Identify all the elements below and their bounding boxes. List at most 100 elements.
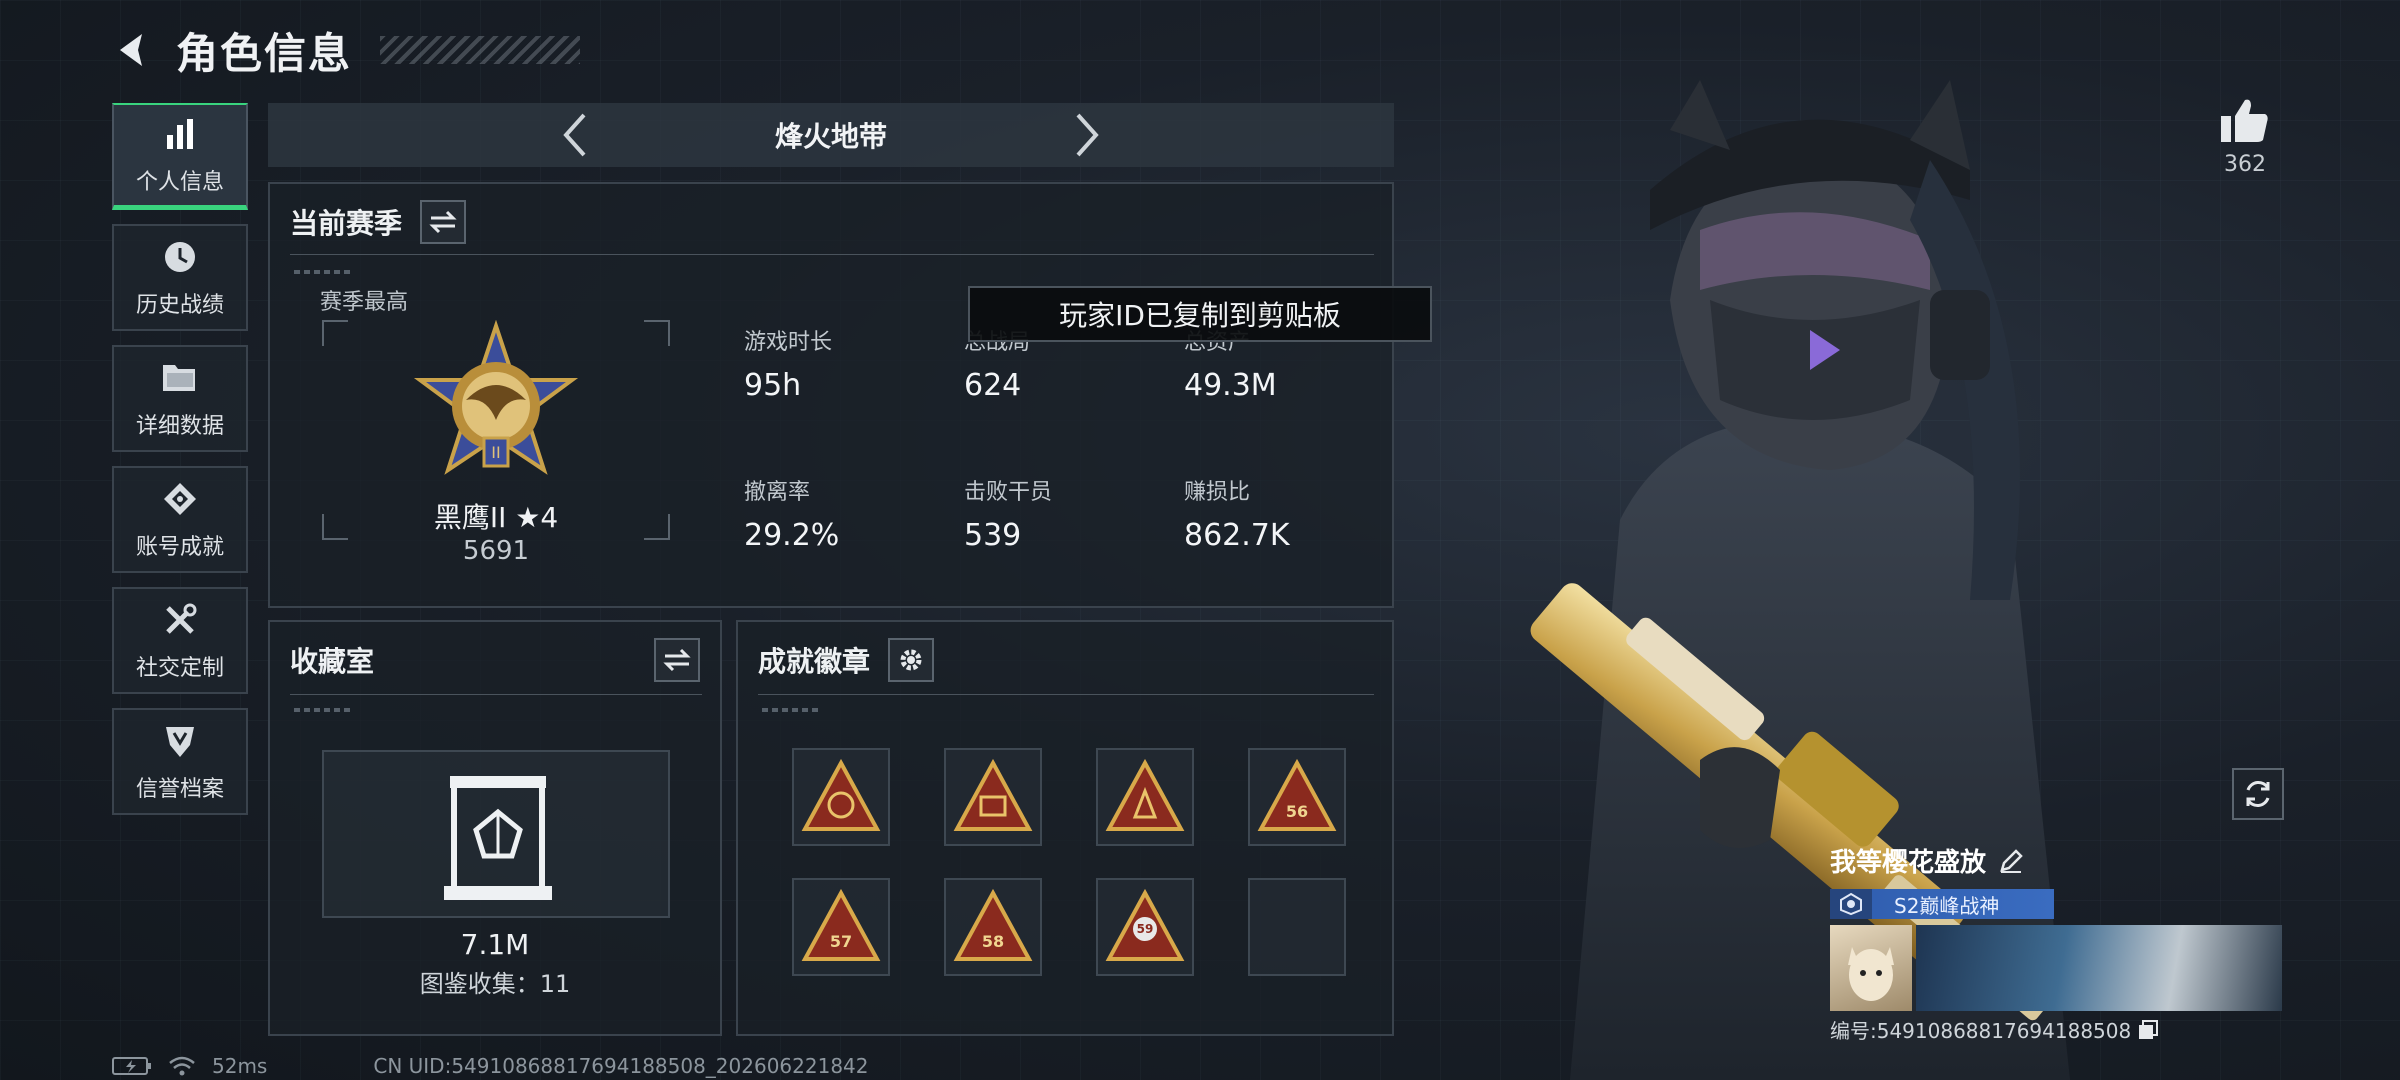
badge-number: 56: [1286, 802, 1308, 821]
season-panel: 当前赛季 赛季最高 II 黑鹰II ★4 5691 游戏时长 95h 总战局 6…: [268, 182, 1394, 608]
divider: [290, 254, 1374, 255]
tools-icon: [160, 600, 200, 640]
copy-toast: 玩家ID已复制到剪贴板: [968, 286, 1432, 342]
stat-label: 击败干员: [964, 480, 1053, 505]
badge-grid: 56 57 58 59: [792, 748, 1346, 976]
player-title-badge: S2巅峰战神: [1830, 889, 2054, 919]
season-switch-button[interactable]: [420, 200, 467, 244]
badge-number: 57: [830, 932, 852, 951]
stat-profit-ratio: 赚损比 862.7K: [1184, 474, 1290, 553]
rank-badge-icon: II: [413, 320, 579, 475]
player-banner[interactable]: [1830, 925, 2282, 1011]
page-header: 角色信息: [110, 20, 581, 80]
badge-slot[interactable]: 58: [944, 878, 1042, 976]
badges-settings-button[interactable]: [888, 638, 935, 682]
title-decoration: [380, 36, 581, 64]
badge-number: 58: [982, 932, 1004, 951]
prev-mode-button[interactable]: [555, 110, 595, 160]
stat-value: 95h: [744, 368, 802, 403]
player-title-text: S2巅峰战神: [1894, 893, 2000, 918]
sidebar-item-label: 信誉档案: [135, 776, 224, 802]
sidebar-item-label: 个人信息: [135, 170, 224, 195]
collection-value: 7.1M: [460, 928, 530, 961]
reputation-icon: [160, 721, 200, 761]
stat-label: 游戏时长: [744, 330, 833, 355]
season-best-label: 赛季最高: [320, 290, 409, 315]
edit-icon[interactable]: [1998, 848, 2024, 874]
badge-number: 59: [1137, 922, 1154, 936]
like-count: 362: [2224, 152, 2266, 177]
svg-text:II: II: [491, 443, 500, 462]
copy-icon[interactable]: [2137, 1019, 2159, 1041]
sidebar-item-history[interactable]: 历史战绩: [112, 224, 248, 331]
stat-label: 撤离率: [744, 480, 811, 505]
badge-icon: 56: [1257, 758, 1337, 831]
season-title: 当前赛季: [290, 207, 403, 240]
badge-slot[interactable]: [944, 748, 1042, 846]
player-id: 编号:5491086881769418850​8: [1830, 1019, 2132, 1043]
banner-artwork: [1916, 925, 2282, 1011]
badge-icon: [1105, 758, 1185, 831]
sidebar-item-achievements[interactable]: 账号成就: [112, 466, 248, 573]
badge-icon: 59: [1105, 888, 1185, 961]
collection-switch-button[interactable]: [654, 638, 700, 682]
stat-value: 624: [964, 368, 1022, 403]
badge-slot[interactable]: 57: [792, 878, 890, 976]
title-emblem-icon: [1830, 889, 1872, 919]
page-title: 角色信息: [176, 28, 353, 78]
stat-value: 539: [964, 518, 1022, 553]
display-case-icon: [444, 776, 552, 900]
stat-value: 862.7K: [1184, 518, 1290, 553]
badge-slot[interactable]: 56: [1248, 748, 1346, 846]
mode-name: 烽火地带: [774, 120, 887, 153]
stat-value: 49.3M: [1184, 368, 1277, 403]
sidebar-item-details[interactable]: 详细数据: [112, 345, 248, 452]
stat-label: 赚损比: [1184, 480, 1251, 505]
badge-slot-empty[interactable]: [1248, 878, 1346, 976]
badge-icon: [953, 758, 1033, 831]
refresh-button[interactable]: [2232, 768, 2284, 820]
collection-showcase[interactable]: [322, 750, 670, 918]
divider: [758, 694, 1374, 695]
player-name: 我等樱花盛放: [1830, 848, 1987, 878]
sidebar-item-social[interactable]: 社交定制: [112, 587, 248, 694]
stat-playtime: 游戏时长 95h: [744, 324, 832, 403]
decoration: [762, 708, 822, 712]
stat-value: 29.2%: [744, 518, 840, 553]
collection-count: 图鉴收集：11: [419, 970, 571, 998]
decoration: [294, 708, 354, 712]
next-mode-button[interactable]: [1067, 110, 1107, 160]
sidebar-item-label: 社交定制: [135, 655, 224, 681]
rank-display: II 黑鹰II ★4 5691: [322, 320, 670, 566]
back-arrow-icon[interactable]: [110, 28, 154, 72]
sidebar-item-reputation[interactable]: 信誉档案: [112, 708, 248, 815]
badge-icon: 58: [953, 888, 1033, 961]
sidebar-item-label: 详细数据: [135, 413, 224, 439]
rank-name: 黑鹰II ★4: [433, 501, 559, 534]
mode-selector: 烽火地带: [268, 103, 1394, 167]
badge-slot[interactable]: 59: [1096, 878, 1194, 976]
refresh-icon: [2246, 781, 2270, 807]
wifi-icon: [169, 1056, 195, 1076]
avatar[interactable]: [1830, 925, 1912, 1011]
sidebar-item-personal-info[interactable]: 个人信息: [112, 103, 248, 210]
history-icon: [160, 237, 200, 277]
stat-extraction-rate: 撤离率 29.2%: [744, 474, 839, 553]
badge-icon: [801, 758, 881, 831]
badge-slot[interactable]: [1096, 748, 1194, 846]
battery-icon: [112, 1057, 151, 1075]
badges-panel: 成就徽章 56 57 58 59: [736, 620, 1394, 1036]
sidebar-item-label: 账号成就: [135, 534, 224, 560]
decoration: [294, 270, 354, 274]
rank-score: 5691: [462, 536, 530, 566]
divider: [290, 694, 702, 695]
gear-icon: [900, 649, 922, 671]
swap-icon: [663, 648, 691, 672]
swap-icon: [429, 210, 457, 234]
sidebar: 个人信息 历史战绩 详细数据 账号成就 社交定制 信誉档案: [112, 103, 248, 815]
like-widget[interactable]: 362: [2210, 96, 2280, 177]
ping-text: 52ms: [212, 1054, 268, 1078]
bar-chart-icon: [160, 114, 200, 154]
badge-slot[interactable]: [792, 748, 890, 846]
status-bar: 52ms CN UID:54910868817694188508_2026062…: [112, 1054, 869, 1078]
